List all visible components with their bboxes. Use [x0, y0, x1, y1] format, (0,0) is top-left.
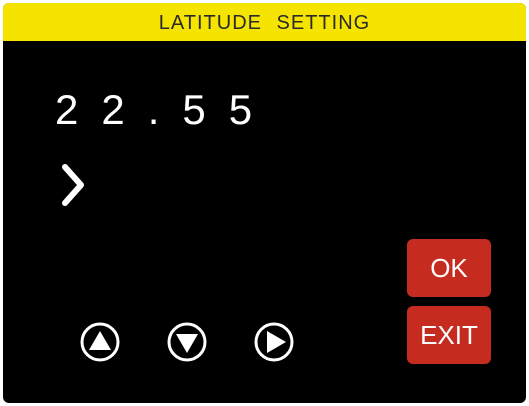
arrow-right-icon: [254, 322, 294, 362]
right-button[interactable]: [254, 322, 294, 362]
arrow-up-icon: [80, 322, 120, 362]
chevron-right-icon: [61, 163, 85, 207]
device-screen: LATITUDE SETTING 22.55 OK EXIT: [3, 3, 526, 403]
down-button[interactable]: [167, 322, 207, 362]
exit-button[interactable]: EXIT: [407, 306, 491, 364]
page-title: LATITUDE SETTING: [158, 12, 371, 34]
latitude-value: 22.55: [55, 86, 276, 133]
arrow-down-icon: [167, 322, 207, 362]
up-button[interactable]: [80, 322, 120, 362]
title-bar: LATITUDE SETTING: [3, 3, 526, 41]
ok-button[interactable]: OK: [407, 239, 491, 297]
